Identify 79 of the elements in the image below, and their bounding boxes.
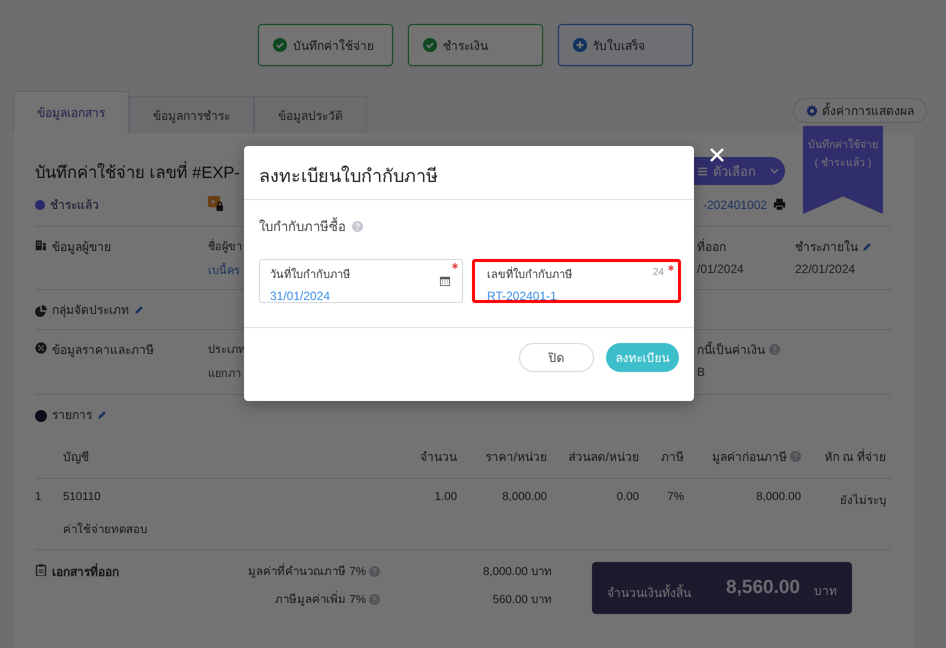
status-label: ชำระแล้ว (50, 197, 99, 214)
close-button[interactable]: ปิด (519, 343, 594, 372)
total-amount: 8,560.00 (726, 577, 800, 599)
help-icon[interactable] (790, 451, 801, 462)
field-value: B (697, 365, 706, 379)
section-heading: กลุ่มจัดประเภท (52, 302, 129, 319)
section-heading: รายการ (52, 407, 92, 424)
help-icon[interactable] (369, 566, 380, 576)
input-field[interactable]: วันที่ใบกำกับภาษี 31/01/2024 (259, 259, 463, 303)
vendor-link[interactable]: เบนี้คร (208, 261, 240, 279)
column-header: หัก ณ ที่จ่าย (823, 448, 886, 466)
check-circle-icon (273, 38, 287, 52)
tab[interactable]: ข้อมูลเอกสาร (13, 91, 129, 133)
section-heading: ข้อมูลราคาและภาษี (52, 342, 154, 359)
circle-icon (35, 410, 47, 422)
input-field[interactable]: เลขที่ใบกำกับภาษี RT-202401-1 24 (472, 259, 681, 303)
column-header: ภาษี (660, 449, 684, 466)
character-counter: 24 (652, 267, 664, 278)
dialog-title: ลงทะเบียนใบกำกับภาษี (244, 146, 694, 200)
progress-step[interactable]: ชำระเงิน (408, 24, 543, 66)
field-label: กนี้เป็นค่าเงิน (697, 340, 765, 359)
edit-icon[interactable] (97, 410, 107, 420)
summary-value: 560.00 บาท (492, 593, 552, 608)
summary-label: ภาษีมูลค่าเพิ่ม 7% (275, 590, 366, 608)
column-header: จำนวน (419, 449, 457, 466)
table-cell-text: ยังไม่ระบุ (839, 492, 886, 509)
plus-circle-icon (573, 38, 587, 52)
help-icon[interactable] (769, 344, 780, 355)
progress-step[interactable]: รับใบเสร็จ (558, 24, 693, 66)
column-header: ราคา/หน่วย (484, 449, 547, 466)
total-label: จำนวนเงินทั้งสิ้น (607, 583, 692, 602)
section-heading: เอกสารที่ออก (52, 562, 119, 581)
section-heading: ข้อมูลผู้ขาย (52, 239, 111, 256)
field-value: แยกภา (208, 367, 241, 382)
status-ribbon: บันทึกค่าใช้จ่าย ( ชำระแล้ว ) (803, 126, 883, 214)
display-settings-button[interactable]: ตั้งค่าการแสดงผล (793, 98, 927, 123)
field-label: ชื่อผู้ขา (208, 237, 242, 255)
field-value: 22/01/2024 (795, 262, 856, 276)
close-icon[interactable] (708, 146, 726, 164)
reference-link[interactable]: -202401002 (703, 198, 768, 212)
print-icon[interactable] (773, 198, 786, 211)
column-header: ส่วนลด/หน่วย (568, 449, 639, 466)
tab[interactable]: ข้อมูลการชำระ (129, 96, 254, 133)
help-icon[interactable] (352, 221, 363, 232)
summary-label: มูลค่าที่คำนวณภาษี 7% (248, 562, 366, 580)
field-label: ที่ออก (697, 238, 726, 256)
chevron-down-icon (770, 168, 779, 174)
summary-value: 8,000.00 บาท (482, 565, 552, 580)
currency-unit: บาท (814, 582, 837, 600)
field-value: /01/2024 (697, 262, 744, 276)
document-title: บันทึกค่าใช้จ่าย เลขที่ #EXP- (35, 159, 240, 185)
locked-file-icon (208, 196, 223, 210)
menu-icon (698, 166, 707, 176)
field-label: ชำระภายใน (795, 239, 858, 256)
calendar-icon[interactable] (440, 276, 450, 286)
table-cell-text: 510110 (63, 491, 102, 505)
progress-step[interactable]: บันทึกค่าใช้จ่าย (258, 24, 393, 66)
settings-icon (806, 104, 818, 116)
pie-chart-icon (35, 304, 47, 316)
column-header: บัญชี (63, 449, 90, 466)
edit-icon[interactable] (134, 304, 144, 314)
table-cell-text: 8,000.00 (501, 491, 547, 505)
check-circle-icon (423, 38, 437, 52)
column-header: มูลค่าก่อนภาษี (712, 449, 787, 466)
help-icon[interactable] (369, 594, 380, 604)
clipboard-icon (35, 564, 47, 576)
table-cell-text: 8,000.00 (755, 491, 801, 505)
row-number: 1 (35, 491, 42, 505)
register-button[interactable]: ลงทะเบียน (606, 343, 679, 372)
edit-icon[interactable] (862, 242, 872, 252)
table-cell-text: 7% (666, 491, 684, 505)
tab[interactable]: ข้อมูลประวัติ (254, 96, 367, 133)
table-cell-text: 1.00 (434, 491, 457, 505)
field-label: ประเภท (208, 343, 245, 358)
building-icon (35, 239, 47, 251)
section-label: ใบกำกับภาษีซื้อ (259, 216, 346, 236)
item-description: ค่าใช้จ่ายทดสอบ (63, 522, 148, 538)
table-cell-text: 0.00 (616, 491, 639, 505)
percent-badge-icon (35, 342, 47, 354)
